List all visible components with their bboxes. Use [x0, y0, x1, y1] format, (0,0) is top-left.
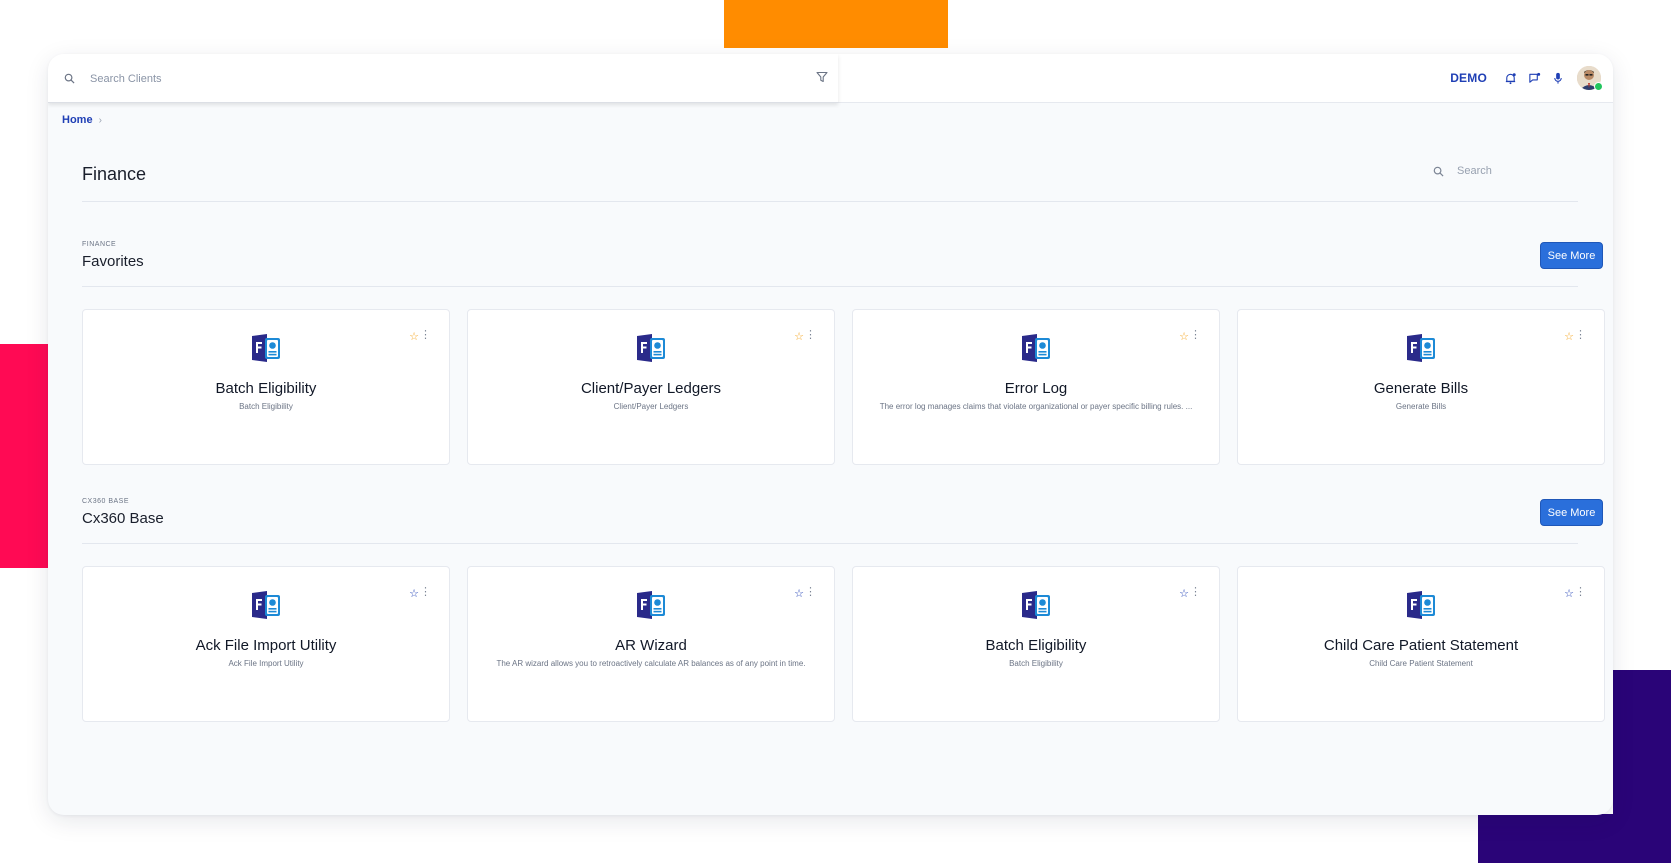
app-icon: [635, 332, 667, 369]
card-title: Batch Eligibility: [985, 637, 1087, 654]
app-card[interactable]: ☆ ⋮ Child Care Patient Statement Child C…: [1237, 566, 1605, 722]
divider: [82, 286, 1578, 287]
section-title: Cx360 Base: [82, 510, 164, 527]
header-tools: DEMO: [1450, 62, 1603, 94]
divider: [82, 201, 1578, 202]
star-icon[interactable]: ☆: [1564, 589, 1574, 600]
favorite-star-icon[interactable]: ☆: [409, 332, 419, 343]
page-title: Finance: [82, 164, 147, 184]
app-card[interactable]: ☆ ⋮ Batch Eligibility Batch Eligibility: [852, 566, 1220, 722]
app-icon: [1020, 332, 1052, 369]
section-kicker: CX360 BASE: [82, 498, 130, 505]
app-icon: [635, 589, 667, 626]
card-subtitle: Client/Payer Ledgers: [613, 402, 689, 411]
app-icon: [1405, 332, 1437, 369]
chat-icon[interactable]: [1527, 71, 1541, 85]
more-options-icon[interactable]: ⋮: [805, 330, 816, 341]
section-kicker: FINANCE: [82, 241, 117, 248]
favorite-star-icon[interactable]: ☆: [1179, 332, 1189, 343]
card-subtitle: Batch Eligibility: [1009, 659, 1063, 668]
card-subtitle: Generate Bills: [1395, 402, 1447, 411]
user-avatar[interactable]: [1577, 66, 1603, 91]
more-options-icon[interactable]: ⋮: [1575, 330, 1586, 341]
star-icon[interactable]: ☆: [794, 589, 804, 600]
favorite-star-icon[interactable]: ☆: [1564, 332, 1574, 343]
bell-icon[interactable]: [1503, 71, 1517, 85]
app-card[interactable]: ☆ ⋮ Client/Payer Ledgers Client/Payer Le…: [467, 309, 835, 465]
app-icon: [1020, 589, 1052, 626]
more-options-icon[interactable]: ⋮: [1190, 330, 1201, 341]
more-options-icon[interactable]: ⋮: [1190, 587, 1201, 598]
microphone-icon[interactable]: [1551, 71, 1565, 85]
page-search: [1433, 156, 1593, 184]
decor-purple-block-bottom: [1478, 814, 1671, 863]
app-card[interactable]: ☆ ⋮ Error Log The error log manages clai…: [852, 309, 1220, 465]
card-subtitle: The error log manages claims that violat…: [879, 402, 1193, 411]
filter-icon[interactable]: [816, 70, 828, 88]
decor-pink-block: [0, 344, 50, 568]
breadcrumb-home-link[interactable]: Home: [62, 114, 93, 126]
environment-label: DEMO: [1450, 71, 1487, 85]
more-options-icon[interactable]: ⋮: [420, 587, 431, 598]
divider: [82, 543, 1578, 544]
app-icon: [250, 332, 282, 369]
more-options-icon[interactable]: ⋮: [420, 330, 431, 341]
card-title: Client/Payer Ledgers: [580, 380, 722, 397]
card-subtitle: Batch Eligibility: [239, 402, 293, 411]
see-more-button[interactable]: See More: [1540, 242, 1603, 269]
chevron-right-icon: ›: [98, 114, 102, 126]
more-options-icon[interactable]: ⋮: [805, 587, 816, 598]
page-search-input[interactable]: [1455, 160, 1589, 182]
app-icon: [1405, 589, 1437, 626]
card-subtitle: Child Care Patient Statement: [1369, 659, 1473, 668]
star-icon[interactable]: ☆: [1179, 589, 1189, 600]
online-status-dot: [1594, 82, 1603, 91]
search-icon: [64, 71, 75, 89]
app-card[interactable]: ☆ ⋮ Generate Bills Generate Bills: [1237, 309, 1605, 465]
app-card[interactable]: ☆ ⋮ AR Wizard The AR wizard allows you t…: [467, 566, 835, 722]
card-subtitle: Ack File Import Utility: [228, 659, 304, 668]
client-search-input[interactable]: [88, 66, 772, 92]
card-title: AR Wizard: [615, 637, 687, 654]
app-card[interactable]: ☆ ⋮ Batch Eligibility Batch Eligibility: [82, 309, 450, 465]
card-subtitle: The AR wizard allows you to retroactivel…: [496, 659, 806, 668]
top-bar: DEMO: [48, 54, 1613, 103]
card-title: Error Log: [1004, 380, 1068, 397]
card-title: Batch Eligibility: [215, 380, 317, 397]
favorite-star-icon[interactable]: ☆: [794, 332, 804, 343]
card-title: Child Care Patient Statement: [1323, 637, 1519, 654]
card-title: Ack File Import Utility: [195, 637, 337, 654]
client-search-bar: [48, 54, 838, 103]
decor-orange-block: [724, 0, 948, 48]
breadcrumb: Home ›: [62, 114, 102, 126]
section-title: Favorites: [82, 253, 144, 270]
app-icon: [250, 589, 282, 626]
more-options-icon[interactable]: ⋮: [1575, 587, 1586, 598]
star-icon[interactable]: ☆: [409, 589, 419, 600]
app-window: DEMO Hom: [48, 54, 1613, 815]
card-title: Generate Bills: [1373, 380, 1469, 397]
see-more-button[interactable]: See More: [1540, 499, 1603, 526]
app-card[interactable]: ☆ ⋮ Ack File Import Utility Ack File Imp…: [82, 566, 450, 722]
search-icon: [1433, 164, 1444, 182]
